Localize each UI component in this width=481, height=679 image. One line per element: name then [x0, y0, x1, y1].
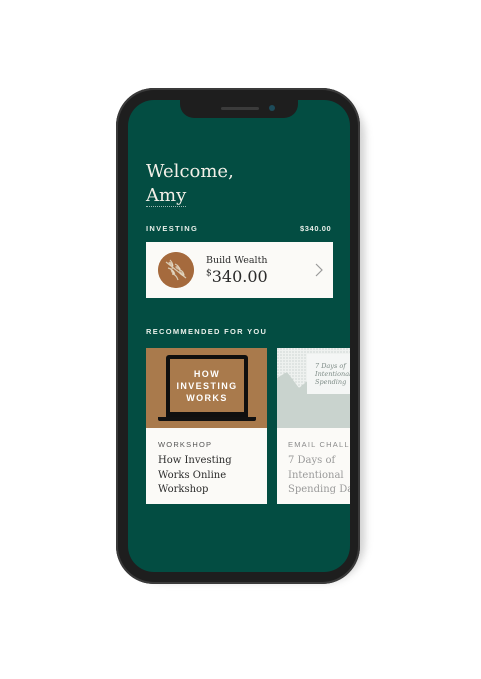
book-thumbnail: 7 Days of Intentional Spending: [277, 348, 350, 428]
laptop-thumbnail: HOW INVESTING WORKS: [146, 348, 267, 428]
speaker-icon: [221, 107, 259, 110]
camera-icon: [269, 105, 275, 111]
card-title: Build Wealth: [206, 255, 268, 266]
recommended-section-label: RECOMMENDED FOR YOU: [146, 327, 268, 336]
chevron-right-icon[interactable]: [312, 262, 326, 278]
thumb-line: INVESTING: [176, 380, 238, 391]
card-amount: $340.00: [206, 267, 268, 286]
amount-value: 340.00: [211, 267, 268, 286]
card-title: How Investing Works Online Workshop: [158, 454, 232, 498]
user-name: Amy: [146, 185, 187, 207]
title-line: Spending Da: [288, 484, 350, 495]
plant-avatar-icon: [158, 252, 194, 288]
thumb-line: Spending: [315, 378, 347, 386]
card-category: EMAIL CHALLE: [288, 440, 350, 449]
thumb-line: HOW: [193, 368, 221, 379]
welcome-heading: Welcome, Amy: [146, 160, 234, 208]
workshop-card[interactable]: HOW INVESTING WORKS WORKSHOP How Investi…: [146, 348, 267, 504]
title-line: Intentional: [288, 469, 344, 481]
thumb-line: Intentional: [315, 370, 350, 378]
welcome-line: Welcome,: [146, 161, 234, 182]
email-challenge-card[interactable]: 7 Days of Intentional Spending EMAIL CHA…: [277, 348, 350, 504]
investing-section-label: INVESTING: [146, 224, 199, 233]
thumb-line: 7 Days of: [315, 362, 346, 370]
thumb-line: WORKS: [186, 392, 228, 403]
card-title: 7 Days of Intentional Spending Da: [288, 454, 350, 498]
laptop-screen-text: HOW INVESTING WORKS: [170, 359, 244, 412]
build-wealth-card[interactable]: Build Wealth $340.00: [146, 242, 333, 298]
investing-total: $340.00: [300, 224, 332, 233]
card-category: WORKSHOP: [158, 440, 213, 449]
title-line: Works Online: [158, 469, 227, 481]
laptop-base: [158, 417, 256, 421]
title-line: How Investing: [158, 455, 232, 466]
title-line: 7 Days of: [288, 455, 336, 466]
title-line: Workshop: [158, 484, 209, 495]
